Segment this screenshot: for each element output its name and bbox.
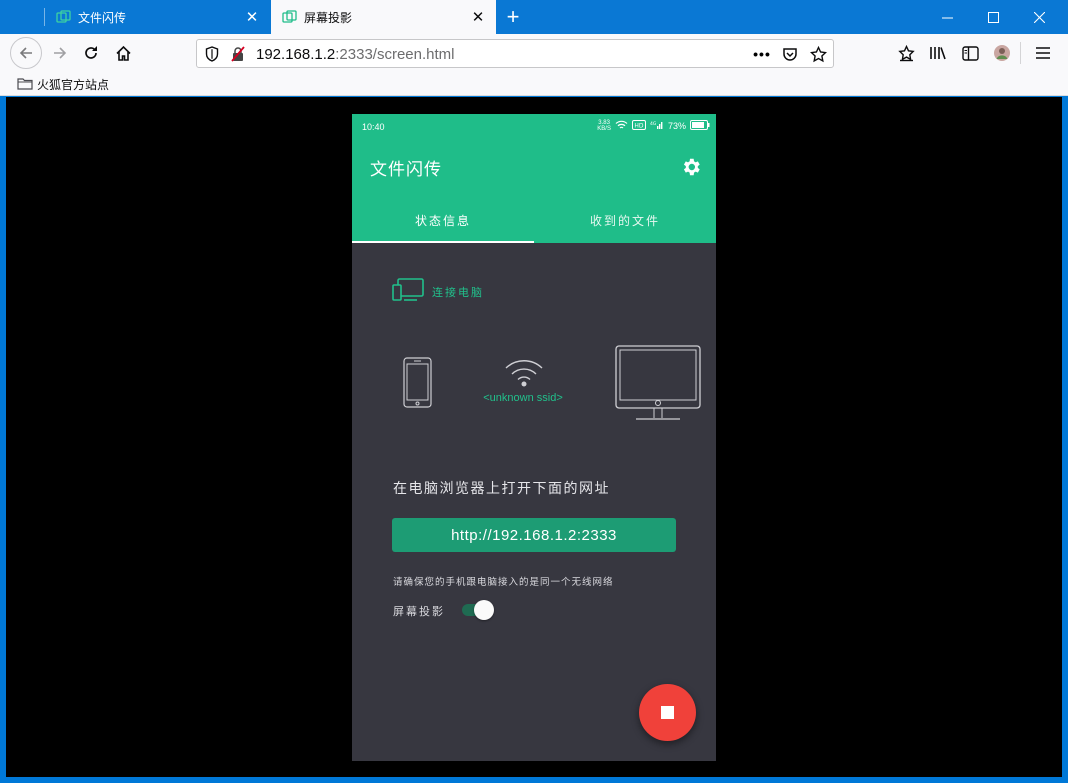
- reload-icon[interactable]: [76, 38, 106, 68]
- status-time: 10:40: [362, 122, 385, 132]
- url-host: 192.168.1.2: [256, 46, 336, 63]
- home-icon[interactable]: [108, 38, 138, 68]
- cell-signal-icon: 4G: [650, 120, 664, 132]
- network-speed: 3.83 KB/S: [597, 120, 611, 132]
- open-instruction: 在电脑浏览器上打开下面的网址: [393, 480, 610, 496]
- browser-titlebar: 文件闪传 ✕ 屏幕投影 ✕ +: [0, 0, 1068, 34]
- stop-icon: [661, 706, 674, 719]
- browser-tab-file-transfer[interactable]: 文件闪传 ✕: [45, 0, 270, 34]
- toggle-thumb: [474, 600, 494, 620]
- app-bar: 文件闪传: [352, 138, 716, 198]
- battery-icon: [690, 120, 710, 132]
- bookmarks-toolbar: 火狐官方站点: [0, 72, 1068, 96]
- folder-icon: [17, 77, 33, 93]
- devices-icon: [392, 278, 424, 305]
- bookmark-item[interactable]: 火狐官方站点: [17, 76, 109, 93]
- tab-close-icon[interactable]: ✕: [240, 5, 264, 29]
- svg-text:HD: HD: [634, 123, 644, 130]
- tab-indicator: [352, 241, 534, 243]
- connect-pc[interactable]: 连接电脑: [392, 278, 484, 305]
- tab-close-icon[interactable]: ✕: [466, 5, 490, 29]
- hamburger-menu-icon[interactable]: [1028, 38, 1058, 68]
- sidebar-icon[interactable]: [955, 38, 985, 68]
- new-tab-plus-icon[interactable]: +: [500, 4, 526, 30]
- stop-projection-button[interactable]: [639, 684, 696, 741]
- phone-tabs: 状态信息 收到的文件: [352, 198, 716, 243]
- account-avatar-icon[interactable]: [987, 38, 1017, 68]
- page-actions-ellipsis-icon[interactable]: •••: [753, 45, 771, 63]
- server-address[interactable]: http://192.168.1.2:2333: [392, 518, 676, 552]
- projection-label: 屏幕投影: [393, 606, 445, 618]
- battery-percent: 73%: [667, 121, 686, 131]
- browser-tab-screen-projection[interactable]: 屏幕投影 ✕: [271, 0, 496, 34]
- connect-label: 连接电脑: [432, 286, 484, 299]
- url-path: :2333/screen.html: [335, 46, 455, 63]
- projected-phone-screen: 10:40 3.83 KB/S HD 4G 73% 文件闪传 状态信息 收到的文…: [352, 114, 716, 761]
- settings-gear-icon[interactable]: [678, 154, 704, 180]
- app-title: 文件闪传: [370, 160, 442, 179]
- phone-device-icon: [403, 357, 433, 414]
- tab-favicon-icon: [55, 9, 71, 25]
- monitor-icon: [614, 344, 702, 427]
- tracking-shield-icon[interactable]: [203, 45, 221, 63]
- pocket-icon[interactable]: [781, 45, 799, 63]
- maximize-icon[interactable]: [970, 0, 1016, 34]
- navigation-toolbar: 192.168.1.2:2333/screen.html •••: [0, 34, 1068, 72]
- hd-icon: HD: [631, 120, 646, 132]
- tab-favicon-icon: [281, 9, 297, 25]
- tab-title: 文件闪传: [78, 10, 127, 25]
- network-hint: 请确保您的手机跟电脑接入的是同一个无线网络: [393, 577, 614, 588]
- network-speed-unit: KB/S: [597, 126, 611, 132]
- library-icon[interactable]: [923, 38, 953, 68]
- bookmark-star-icon[interactable]: [809, 45, 827, 63]
- wifi-ssid: <unknown ssid>: [483, 392, 563, 404]
- wifi-icon: [504, 356, 544, 393]
- wifi-signal-icon: [615, 120, 628, 132]
- insecure-lock-icon[interactable]: [229, 45, 247, 63]
- bookmark-label: 火狐官方站点: [37, 78, 110, 92]
- tab-title: 屏幕投影: [304, 10, 353, 25]
- back-arrow-icon[interactable]: [10, 37, 42, 69]
- status-icons: 3.83 KB/S HD 4G 73%: [597, 120, 710, 132]
- phone-status-bar: 10:40 3.83 KB/S HD 4G 73%: [352, 114, 716, 138]
- projection-toggle[interactable]: [460, 600, 494, 620]
- tab-received-files[interactable]: 收到的文件: [534, 198, 716, 243]
- reading-list-star-icon[interactable]: [891, 38, 921, 68]
- forward-arrow-icon[interactable]: [45, 38, 75, 68]
- toolbar-divider: [1020, 42, 1021, 64]
- address-bar[interactable]: 192.168.1.2:2333/screen.html •••: [196, 39, 834, 68]
- url-text: 192.168.1.2:2333/screen.html: [256, 46, 454, 63]
- svg-text:4G: 4G: [650, 121, 657, 127]
- window-close-icon[interactable]: [1016, 0, 1062, 34]
- minimize-icon[interactable]: [924, 0, 970, 34]
- tab-status-info[interactable]: 状态信息: [352, 198, 534, 243]
